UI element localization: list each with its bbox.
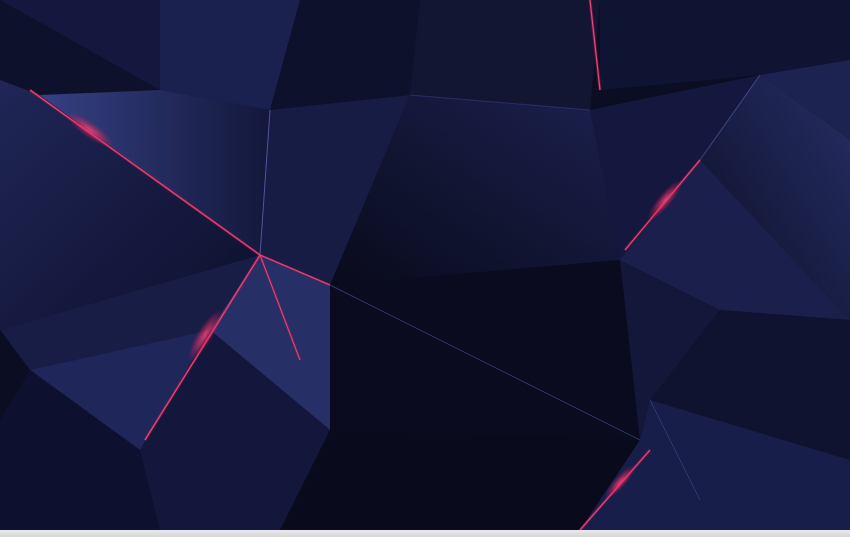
- bottom-strip: [0, 530, 850, 537]
- geometric-wallpaper: [0, 0, 850, 537]
